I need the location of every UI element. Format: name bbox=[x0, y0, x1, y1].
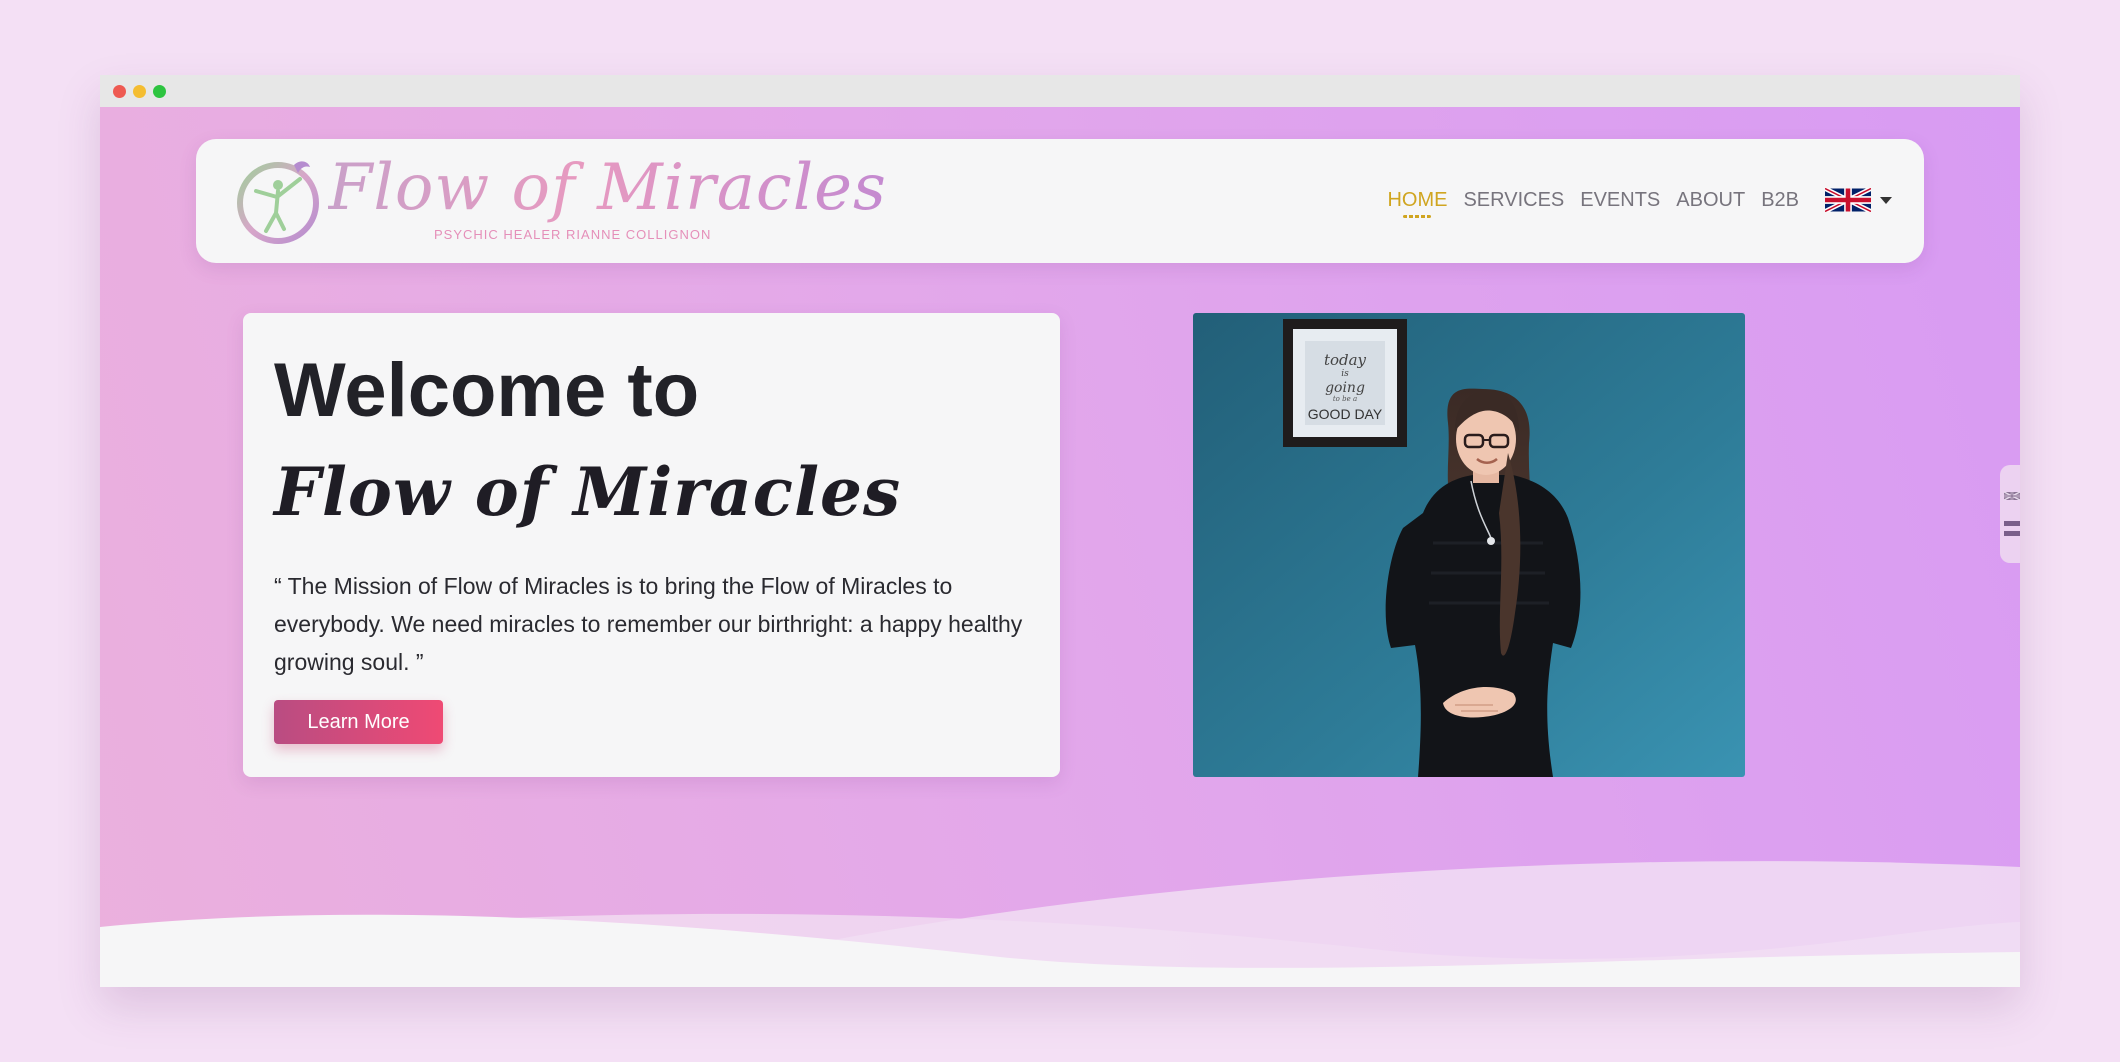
maximize-window-button[interactable] bbox=[153, 85, 166, 98]
menu-icon bbox=[2004, 521, 2020, 526]
hero-section: Flow of Miracles PSYCHIC HEALER RIANNE C… bbox=[100, 107, 2020, 987]
mission-statement: “ The Mission of Flow of Miracles is to … bbox=[274, 573, 1023, 675]
decorative-waves bbox=[100, 861, 2020, 987]
svg-text:today: today bbox=[1324, 351, 1367, 369]
nav-link-services[interactable]: SERVICES bbox=[1463, 189, 1564, 212]
uk-flag-icon bbox=[1825, 188, 1871, 212]
brand-script-heading: Flow of Miracles bbox=[274, 453, 902, 531]
nav-link-events[interactable]: EVENTS bbox=[1580, 189, 1660, 212]
window-titlebar bbox=[100, 75, 2020, 107]
side-widget[interactable] bbox=[2000, 465, 2020, 563]
healer-portrait-photo: today is going to be a GOOD DAY bbox=[1193, 313, 1745, 777]
language-selector[interactable] bbox=[1825, 188, 1892, 212]
svg-text:to be a: to be a bbox=[1333, 395, 1357, 403]
logo-tagline: PSYCHIC HEALER RIANNE COLLIGNON bbox=[434, 227, 712, 242]
welcome-heading: Welcome to bbox=[274, 348, 700, 433]
nav-link-about[interactable]: ABOUT bbox=[1676, 189, 1745, 212]
chevron-down-icon bbox=[1880, 196, 1892, 204]
learn-more-button[interactable]: Learn More bbox=[274, 700, 443, 744]
welcome-card: Welcome to Flow of Miracles “ The Missio… bbox=[243, 313, 1060, 777]
uk-flag-icon bbox=[2004, 491, 2020, 501]
svg-text:GOOD DAY: GOOD DAY bbox=[1308, 406, 1383, 422]
nav-link-home[interactable]: HOME bbox=[1387, 189, 1447, 218]
dancer-circle-icon bbox=[237, 161, 319, 244]
nav-link-b2b[interactable]: B2B bbox=[1761, 189, 1799, 212]
svg-text:going: going bbox=[1325, 380, 1365, 396]
top-navbar: Flow of Miracles PSYCHIC HEALER RIANNE C… bbox=[196, 139, 1924, 263]
browser-window: Flow of Miracles PSYCHIC HEALER RIANNE C… bbox=[100, 75, 2020, 987]
minimize-window-button[interactable] bbox=[133, 85, 146, 98]
menu-icon-bar bbox=[2004, 531, 2020, 536]
site-logo[interactable]: Flow of Miracles PSYCHIC HEALER RIANNE C… bbox=[234, 151, 886, 249]
logo-wordmark: Flow of Miracles bbox=[328, 151, 887, 225]
nav-menu: HOME SERVICES EVENTS ABOUT B2B bbox=[1371, 185, 1892, 218]
svg-text:is: is bbox=[1341, 369, 1349, 379]
close-window-button[interactable] bbox=[113, 85, 126, 98]
